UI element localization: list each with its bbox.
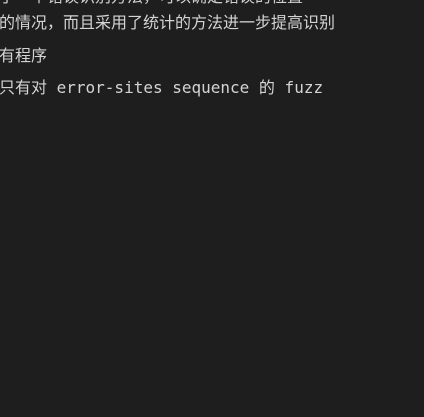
partial-text-line: 了一个错误识别方法，可以确定错误的位置 [0, 0, 303, 8]
text-editor-view[interactable]: 了一个错误识别方法，可以确定错误的位置 的情况，而且采用了统计的方法进一步提高识… [0, 0, 424, 417]
text-line: 的情况，而且采用了统计的方法进一步提高识别 [0, 13, 336, 32]
text-line: 只有对 error-sites sequence 的 fuzz [0, 78, 324, 97]
text-line: 有程序 [0, 46, 48, 65]
